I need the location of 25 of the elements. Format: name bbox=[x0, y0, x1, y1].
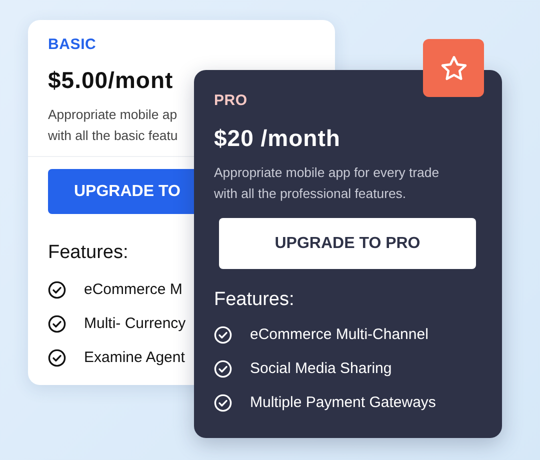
star-icon bbox=[440, 54, 468, 82]
feature-text: Examine Agent bbox=[84, 348, 185, 368]
plan-description: with all the basic featu bbox=[48, 127, 178, 145]
check-circle-icon bbox=[214, 326, 232, 344]
check-circle-icon bbox=[48, 315, 66, 333]
check-circle-icon bbox=[48, 281, 66, 299]
check-circle-icon bbox=[48, 349, 66, 367]
feature-text: Multiple Payment Gateways bbox=[250, 393, 436, 413]
plan-price: $5.00/mont bbox=[48, 67, 174, 94]
feature-text: Multi- Currency bbox=[84, 314, 186, 334]
features-heading: Features: bbox=[214, 289, 294, 311]
plan-description: with all the professional features. bbox=[214, 185, 408, 203]
plan-name: PRO bbox=[214, 92, 248, 109]
features-heading: Features: bbox=[48, 242, 128, 264]
upgrade-button[interactable]: UPGRADE TO bbox=[48, 169, 194, 214]
plan-description: Appropriate mobile app for every trade bbox=[214, 164, 440, 182]
plan-name: BASIC bbox=[48, 36, 96, 53]
check-circle-icon bbox=[214, 360, 232, 378]
feature-text: eCommerce M bbox=[84, 280, 182, 300]
feature-text: eCommerce Multi-Channel bbox=[250, 325, 428, 345]
plan-price: $20 /month bbox=[214, 125, 340, 152]
upgrade-button[interactable]: UPGRADE TO PRO bbox=[219, 218, 476, 269]
plan-description: Appropriate mobile ap bbox=[48, 106, 178, 124]
check-circle-icon bbox=[214, 394, 232, 412]
feature-text: Social Media Sharing bbox=[250, 359, 392, 379]
